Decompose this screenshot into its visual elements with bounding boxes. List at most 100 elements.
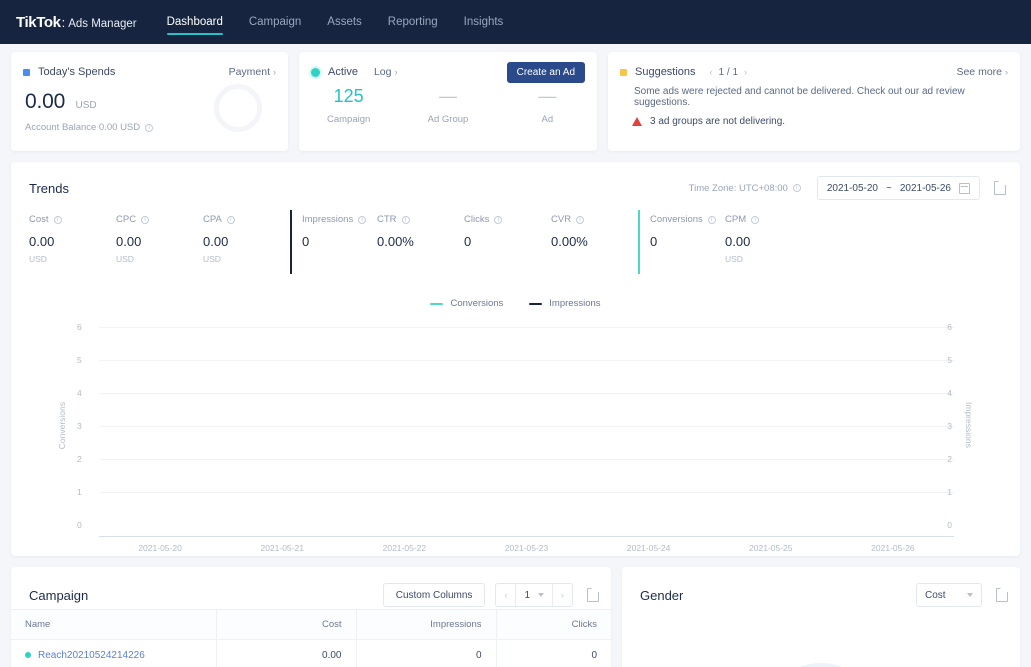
metric-cpc[interactable]: CPCi 0.00 USD: [116, 214, 203, 264]
top-navigation-bar: TikTok : Ads Manager Dashboard Campaign …: [0, 0, 1031, 44]
table-row[interactable]: Reach20210524214226 0.00 0 0: [11, 640, 611, 667]
suggestion-warning-text: 3 ad groups are not delivering.: [650, 116, 785, 127]
x-tick-0: 2021-05-20: [99, 543, 221, 553]
info-icon[interactable]: i: [708, 216, 716, 224]
y-tick-left-2: 2: [77, 454, 82, 464]
legend-item-impressions[interactable]: Impressions: [529, 298, 600, 309]
stat-campaign-label: Campaign: [299, 114, 398, 125]
metric-conversions-label: Conversions: [650, 214, 703, 225]
payment-link[interactable]: Payment ›: [229, 66, 276, 78]
column-header-name[interactable]: Name: [11, 610, 216, 640]
date-range-picker[interactable]: 2021-05-20 ~ 2021-05-26: [817, 176, 980, 200]
chevron-right-icon: ›: [273, 67, 276, 77]
pager-count: 1 / 1: [719, 67, 738, 78]
y-tick-right-5: 5: [947, 355, 952, 365]
info-icon[interactable]: i: [227, 216, 235, 224]
legend-label-conversions: Conversions: [450, 298, 503, 309]
info-icon[interactable]: i: [793, 184, 801, 192]
nav-item-reporting[interactable]: Reporting: [388, 0, 438, 44]
spends-card-header: Today's Spends Payment ›: [11, 52, 288, 80]
info-icon[interactable]: i: [751, 216, 759, 224]
stat-ad-value: —: [498, 86, 597, 107]
stat-campaign: 125 Campaign: [299, 86, 398, 125]
info-icon[interactable]: i: [54, 216, 62, 224]
trends-title: Trends: [29, 181, 69, 196]
legend-item-conversions[interactable]: Conversions: [430, 298, 503, 309]
legend-swatch-impressions: [529, 303, 542, 305]
pager-prev-icon[interactable]: ‹: [710, 67, 713, 77]
metric-conversions[interactable]: Conversionsi 0: [638, 214, 725, 264]
suggestions-card: Suggestions ‹ 1 / 1 › See more › Some ad…: [608, 52, 1020, 151]
active-status-label: Active: [328, 66, 358, 78]
metric-ctr-value: 0.00%: [377, 234, 464, 249]
chart-legend: Conversions Impressions: [11, 298, 1020, 309]
y-tick-left-6: 6: [77, 322, 82, 332]
spend-currency: USD: [76, 100, 97, 111]
nav-item-insights[interactable]: Insights: [464, 0, 504, 44]
metric-cost[interactable]: Costi 0.00 USD: [29, 214, 116, 264]
metric-cpm[interactable]: CPMi 0.00 USD: [725, 214, 812, 264]
stat-ad-group: — Ad Group: [398, 86, 497, 125]
info-icon[interactable]: i: [402, 216, 410, 224]
metric-cost-value: 0.00: [29, 234, 116, 249]
nav-item-campaign[interactable]: Campaign: [249, 0, 301, 44]
status-dot-icon: [25, 652, 31, 658]
column-header-clicks[interactable]: Clicks: [496, 610, 611, 640]
metric-cpa[interactable]: CPAi 0.00 USD: [203, 214, 290, 264]
column-header-cost[interactable]: Cost: [216, 610, 356, 640]
download-icon[interactable]: [996, 588, 1008, 602]
date-range-separator: ~: [886, 183, 892, 194]
download-icon[interactable]: [994, 181, 1006, 195]
metric-ctr[interactable]: CTRi 0.00%: [377, 214, 464, 264]
campaign-name-text: Reach20210524214226: [38, 650, 145, 661]
chevron-down-icon: [967, 593, 973, 597]
column-header-impressions[interactable]: Impressions: [356, 610, 496, 640]
metric-cpa-value: 0.00: [203, 234, 290, 249]
metric-clicks-label: Clicks: [464, 214, 489, 225]
info-icon[interactable]: i: [141, 216, 149, 224]
custom-columns-button[interactable]: Custom Columns: [383, 583, 486, 607]
gender-panel: Gender Cost Cost 0.00 USD: [622, 567, 1020, 667]
metric-cvr[interactable]: CVRi 0.00%: [551, 214, 638, 264]
gender-metric-select[interactable]: Cost: [916, 583, 982, 607]
y-tick-left-5: 5: [77, 355, 82, 365]
metric-clicks[interactable]: Clicksi 0: [464, 214, 551, 264]
y-tick-right-1: 1: [947, 487, 952, 497]
see-more-link[interactable]: See more ›: [956, 66, 1008, 78]
metric-cpm-value: 0.00: [725, 234, 812, 249]
lightbulb-icon: [620, 69, 627, 76]
page-prev-icon[interactable]: ‹: [496, 590, 515, 600]
spend-amount: 0.00: [25, 90, 65, 113]
nav-item-dashboard[interactable]: Dashboard: [167, 0, 223, 44]
calendar-icon: [959, 183, 970, 194]
metric-cpc-label: CPC: [116, 214, 136, 225]
info-icon[interactable]: i: [576, 216, 584, 224]
page-number-select[interactable]: 1: [515, 584, 553, 606]
info-icon[interactable]: i: [145, 124, 153, 132]
campaign-row-name[interactable]: Reach20210524214226: [11, 640, 216, 667]
trends-panel: Trends Time Zone: UTC+08:00 i 2021-05-20…: [11, 162, 1020, 556]
date-range-start: 2021-05-20: [827, 183, 878, 194]
trends-header: Trends Time Zone: UTC+08:00 i 2021-05-20…: [11, 162, 1020, 200]
log-link[interactable]: Log ›: [374, 66, 398, 78]
campaign-table-header-row: Name Cost Impressions Clicks: [11, 610, 611, 640]
y-tick-left-4: 4: [77, 388, 82, 398]
metric-impressions[interactable]: Impressionsi 0: [290, 214, 377, 264]
download-icon[interactable]: [587, 588, 599, 602]
y-axis-left-title: Conversions: [57, 402, 67, 449]
info-icon[interactable]: i: [494, 216, 502, 224]
create-an-ad-button[interactable]: Create an Ad: [507, 62, 585, 83]
bottom-panel-row: Campaign Custom Columns ‹ 1 › Name Cost …: [0, 567, 1031, 667]
metric-cpc-value: 0.00: [116, 234, 203, 249]
status-active-icon: [311, 68, 320, 77]
suggestion-warning-row[interactable]: 3 ad groups are not delivering.: [608, 108, 1020, 127]
info-icon[interactable]: i: [358, 216, 366, 224]
active-card-header: Active Log › Create an Ad: [299, 52, 597, 80]
nav-item-assets[interactable]: Assets: [327, 0, 362, 44]
page-next-icon[interactable]: ›: [553, 590, 572, 600]
campaign-row-cost: 0.00: [216, 640, 356, 667]
see-more-label: See more: [956, 66, 1002, 78]
metric-cvr-label: CVR: [551, 214, 571, 225]
pager-next-icon[interactable]: ›: [744, 67, 747, 77]
y-tick-left-0: 0: [77, 520, 82, 530]
